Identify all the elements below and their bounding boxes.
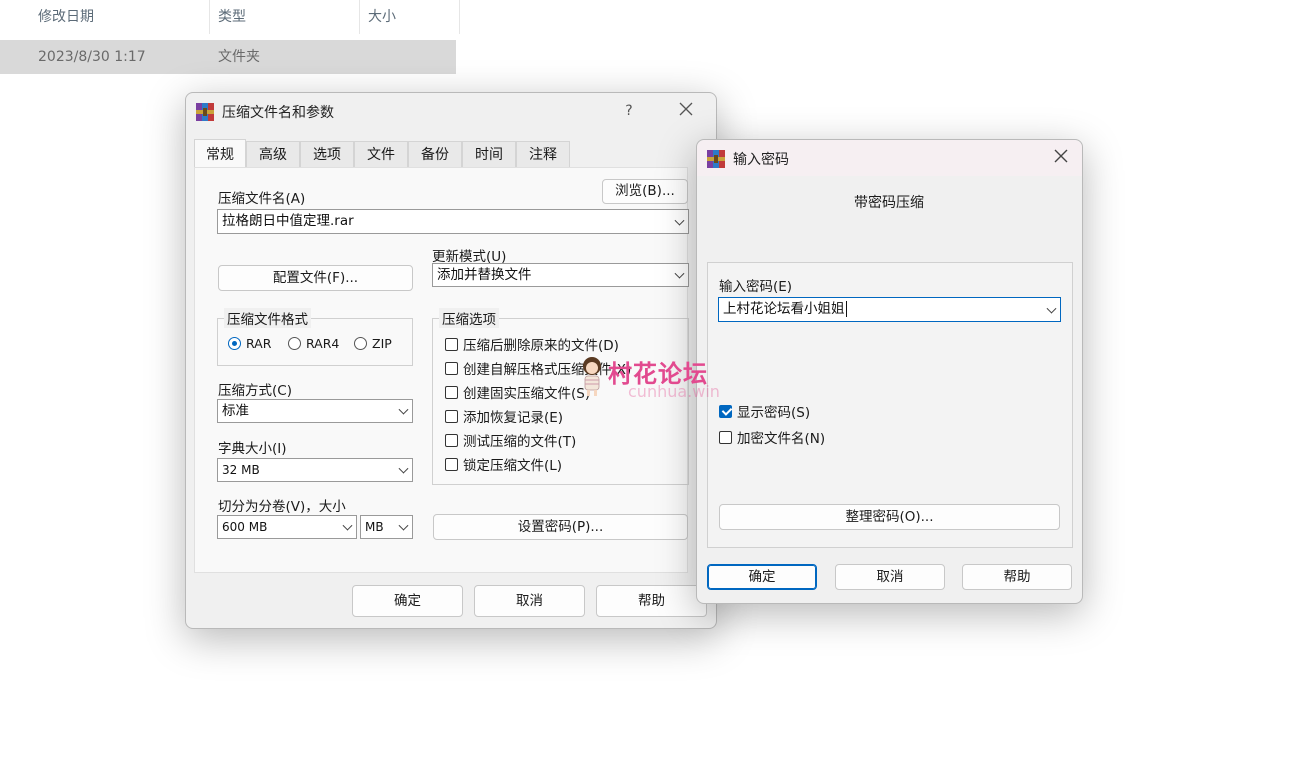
help-button[interactable]: 帮助 [596, 585, 707, 617]
chevron-down-icon [342, 520, 353, 531]
tab-backup[interactable]: 备份 [408, 141, 462, 167]
chevron-down-icon [398, 463, 409, 474]
compression-method-value: 标准 [222, 403, 249, 419]
chevron-down-icon [674, 215, 685, 226]
format-rar-label: RAR [246, 336, 272, 351]
create-sfx-label: 创建自解压格式压缩文件(X) [463, 362, 632, 378]
delete-after-archiving-checkbox[interactable]: 压缩后删除原来的文件(D) [445, 334, 619, 354]
show-password-label: 显示密码(S) [737, 405, 811, 421]
split-unit-value: MB [365, 520, 384, 534]
close-icon[interactable] [1047, 144, 1075, 172]
enter-password-dialog: 输入密码 带密码压缩 输入密码(E) 上村花论坛看小姐姐 显示密码(S) 加密文… [696, 139, 1083, 604]
tab-options[interactable]: 选项 [300, 141, 354, 167]
format-rar-radio[interactable]: RAR [228, 336, 271, 351]
tab-comment[interactable]: 注释 [516, 141, 570, 167]
archive-dialog-titlebar[interactable]: 压缩文件名和参数 ? [186, 93, 716, 129]
chevron-down-icon [1046, 303, 1057, 314]
password-label: 输入密码(E) [719, 279, 793, 295]
text-caret [845, 301, 847, 317]
update-mode-select[interactable]: 添加并替换文件 [432, 263, 689, 287]
dictionary-size-label: 字典大小(I) [218, 441, 287, 457]
cancel-button[interactable]: 取消 [474, 585, 585, 617]
test-archived-files-label: 测试压缩的文件(T) [463, 434, 577, 450]
encrypt-filenames-checkbox[interactable]: 加密文件名(N) [719, 427, 825, 447]
archive-format-title: 压缩文件格式 [224, 308, 311, 328]
cancel-button[interactable]: 取消 [835, 564, 945, 590]
create-sfx-checkbox[interactable]: 创建自解压格式压缩文件(X) [445, 358, 631, 378]
archive-dialog-title: 压缩文件名和参数 [222, 105, 334, 121]
split-size-value: 600 MB [222, 520, 268, 534]
ok-button[interactable]: 确定 [707, 564, 817, 590]
chevron-down-icon [398, 520, 409, 531]
compression-method-label: 压缩方式(C) [218, 383, 292, 399]
tab-time[interactable]: 时间 [462, 141, 516, 167]
archiving-options-title: 压缩选项 [439, 308, 499, 328]
encrypt-filenames-label: 加密文件名(N) [737, 431, 826, 447]
dictionary-size-value: 32 MB [222, 463, 260, 477]
chevron-down-icon [398, 404, 409, 415]
column-date-modified[interactable]: 修改日期 [30, 0, 210, 34]
create-solid-label: 创建固实压缩文件(S) [463, 386, 591, 402]
format-zip-radio[interactable]: ZIP [354, 336, 392, 351]
file-date: 2023/8/30 1:17 [38, 49, 146, 65]
format-rar4-radio[interactable]: RAR4 [288, 336, 339, 351]
archive-name-field[interactable]: 拉格朗日中值定理.rar [217, 209, 689, 234]
create-solid-checkbox[interactable]: 创建固实压缩文件(S) [445, 382, 590, 402]
tab-advanced[interactable]: 高级 [246, 141, 300, 167]
add-recovery-record-label: 添加恢复记录(E) [463, 410, 564, 426]
winrar-icon [707, 150, 725, 168]
ok-button[interactable]: 确定 [352, 585, 463, 617]
column-type[interactable]: 类型 [210, 0, 360, 34]
browse-button[interactable]: 浏览(B)... [602, 179, 688, 204]
show-password-checkbox[interactable]: 显示密码(S) [719, 401, 810, 421]
split-size-field[interactable]: 600 MB [217, 515, 357, 539]
password-dialog-title: 输入密码 [733, 152, 789, 168]
delete-after-archiving-label: 压缩后删除原来的文件(D) [463, 338, 619, 354]
format-zip-label: ZIP [372, 336, 392, 351]
lock-archive-checkbox[interactable]: 锁定压缩文件(L) [445, 454, 562, 474]
split-volumes-label: 切分为分卷(V)，大小 [218, 499, 346, 515]
compression-method-select[interactable]: 标准 [217, 399, 413, 423]
format-rar4-label: RAR4 [306, 336, 340, 351]
help-button[interactable]: 帮助 [962, 564, 1072, 590]
file-list-row[interactable]: 2023/8/30 1:17 文件夹 [0, 40, 456, 74]
close-icon[interactable] [672, 97, 700, 125]
help-icon[interactable]: ? [615, 97, 643, 125]
file-list-header: 修改日期 类型 大小 [0, 0, 460, 34]
tab-files[interactable]: 文件 [354, 141, 408, 167]
archive-parameters-dialog: 压缩文件名和参数 ? 常规 高级 选项 文件 备份 时间 注释 压缩文件名(A)… [185, 92, 717, 629]
password-dialog-titlebar[interactable]: 输入密码 [697, 140, 1082, 176]
update-mode-value: 添加并替换文件 [437, 267, 532, 283]
lock-archive-label: 锁定压缩文件(L) [463, 458, 563, 474]
chevron-down-icon [674, 268, 685, 279]
dictionary-size-select[interactable]: 32 MB [217, 458, 413, 482]
winrar-icon [196, 103, 214, 121]
archive-name-value: 拉格朗日中值定理.rar [222, 213, 354, 229]
organize-passwords-button[interactable]: 整理密码(O)... [719, 504, 1060, 530]
password-value: 上村花论坛看小姐姐 [723, 301, 845, 317]
archive-name-label: 压缩文件名(A) [218, 191, 306, 207]
profiles-button[interactable]: 配置文件(F)... [218, 265, 413, 291]
password-dialog-heading: 带密码压缩 [854, 195, 924, 211]
split-unit-select[interactable]: MB [360, 515, 413, 539]
test-archived-files-checkbox[interactable]: 测试压缩的文件(T) [445, 430, 576, 450]
file-type: 文件夹 [218, 49, 260, 65]
set-password-button[interactable]: 设置密码(P)... [433, 514, 688, 540]
password-input[interactable]: 上村花论坛看小姐姐 [718, 297, 1061, 322]
tab-general[interactable]: 常规 [194, 139, 246, 167]
column-size[interactable]: 大小 [360, 0, 460, 34]
add-recovery-record-checkbox[interactable]: 添加恢复记录(E) [445, 406, 563, 426]
update-mode-label: 更新模式(U) [432, 249, 507, 265]
